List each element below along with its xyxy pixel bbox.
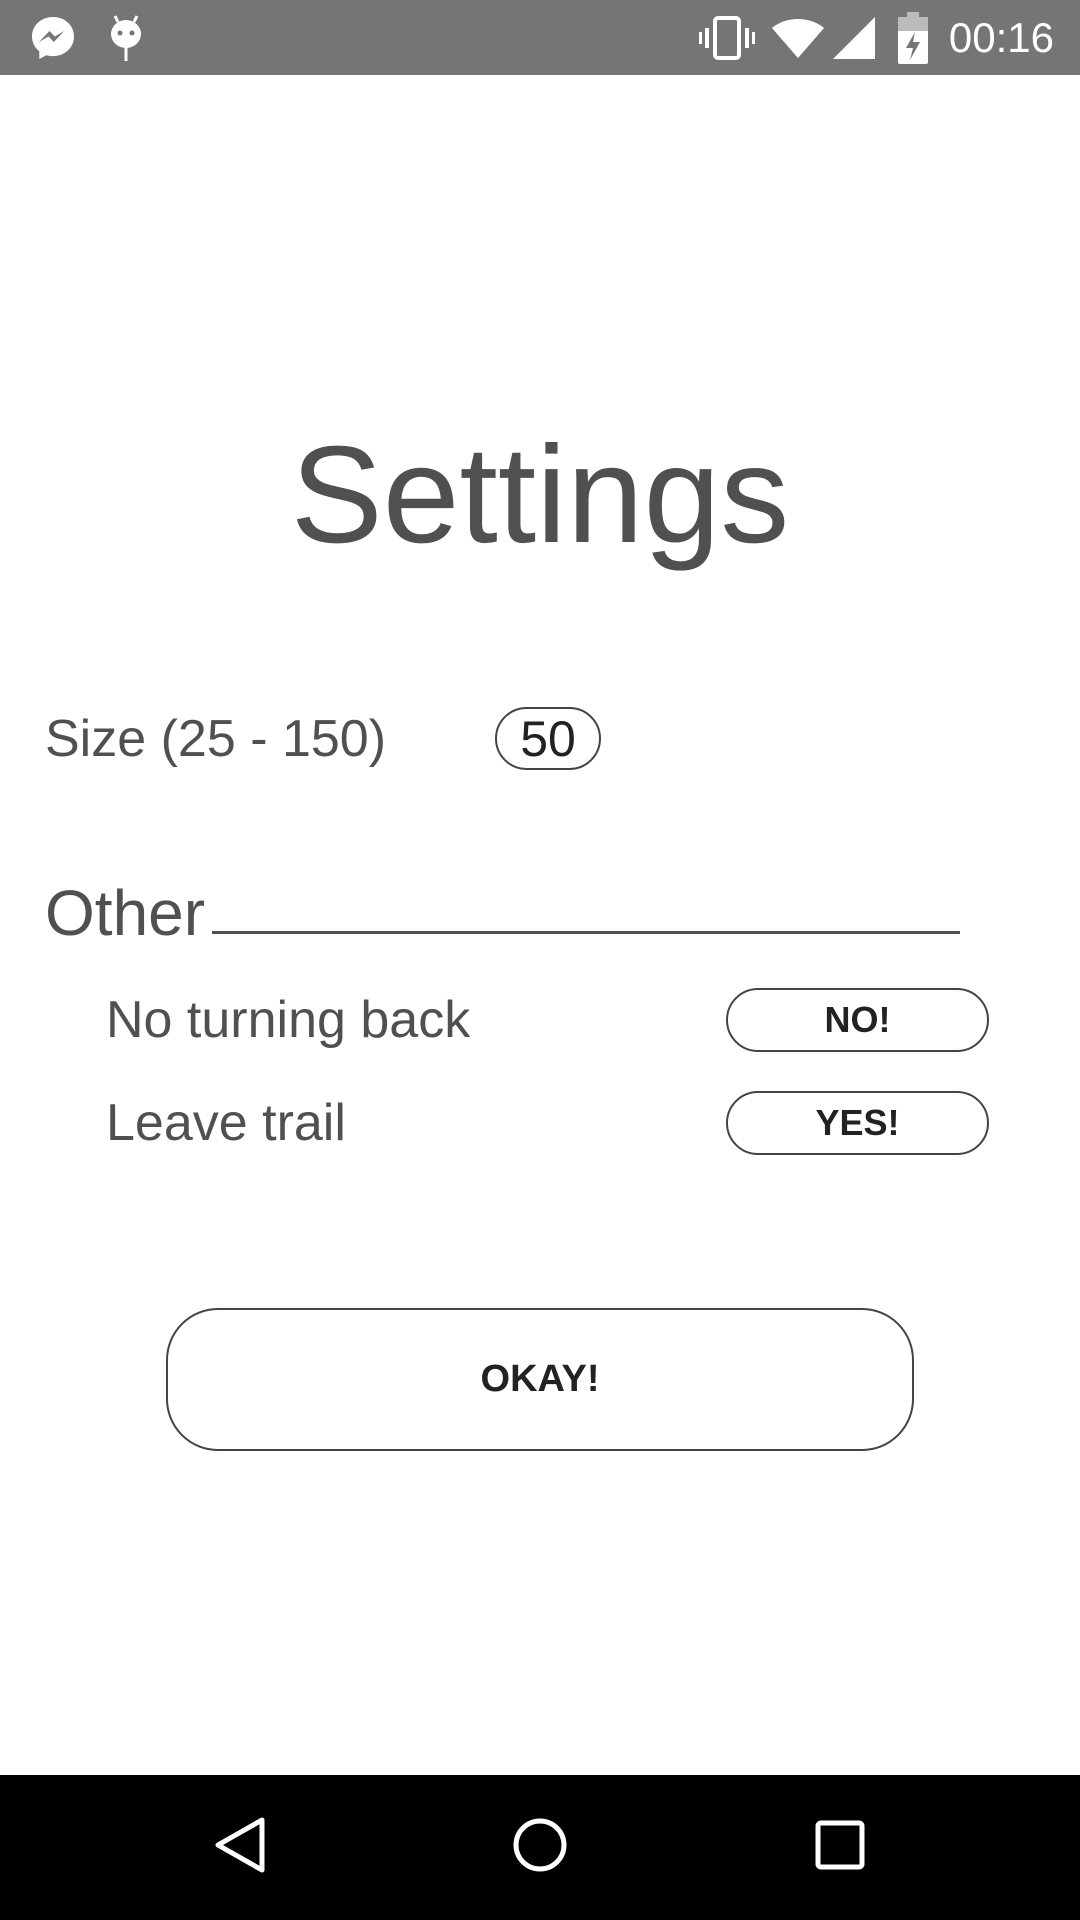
back-icon <box>212 1815 268 1880</box>
section-divider <box>212 931 960 934</box>
home-button[interactable] <box>470 1775 610 1920</box>
back-button[interactable] <box>170 1775 310 1920</box>
battery-charging-icon <box>896 12 930 64</box>
navigation-bar <box>0 1775 1080 1920</box>
signal-icon <box>830 14 878 62</box>
okay-button[interactable]: OKAY! <box>166 1308 914 1451</box>
android-debug-icon <box>106 14 146 62</box>
status-bar: 00:16 <box>0 0 1080 75</box>
page-title: Settings <box>290 418 790 572</box>
recents-icon <box>815 1820 865 1875</box>
no-turning-back-toggle[interactable]: NO! <box>726 988 989 1052</box>
settings-screen: 00:16 Settings Size (25 - 150) 50 Other … <box>0 0 1080 1920</box>
leave-trail-toggle[interactable]: YES! <box>726 1091 989 1155</box>
no-turning-back-label: No turning back <box>106 991 471 1049</box>
messenger-icon <box>28 14 78 62</box>
vibrate-icon <box>698 14 756 62</box>
size-label: Size (25 - 150) <box>45 710 387 768</box>
home-icon <box>512 1817 568 1878</box>
size-input[interactable]: 50 <box>495 707 601 770</box>
recents-button[interactable] <box>770 1775 910 1920</box>
wifi-icon <box>770 14 826 62</box>
status-bar-time: 00:16 <box>948 14 1054 61</box>
leave-trail-label: Leave trail <box>106 1094 346 1152</box>
section-header-other: Other <box>45 877 206 949</box>
